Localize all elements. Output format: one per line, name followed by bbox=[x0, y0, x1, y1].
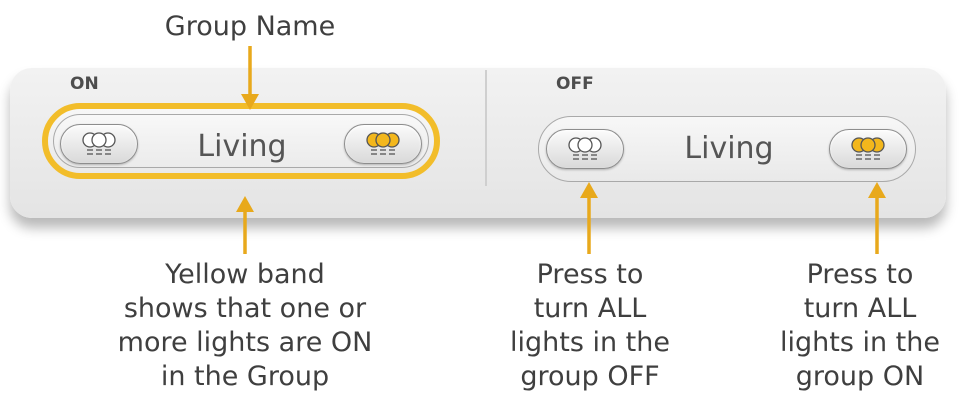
press-off-arrowhead bbox=[580, 182, 598, 198]
callout-arrows bbox=[236, 46, 886, 254]
group-name-arrowhead bbox=[241, 94, 259, 110]
press-on-arrowhead bbox=[868, 182, 886, 198]
yellow-band-arrowhead bbox=[236, 196, 254, 212]
